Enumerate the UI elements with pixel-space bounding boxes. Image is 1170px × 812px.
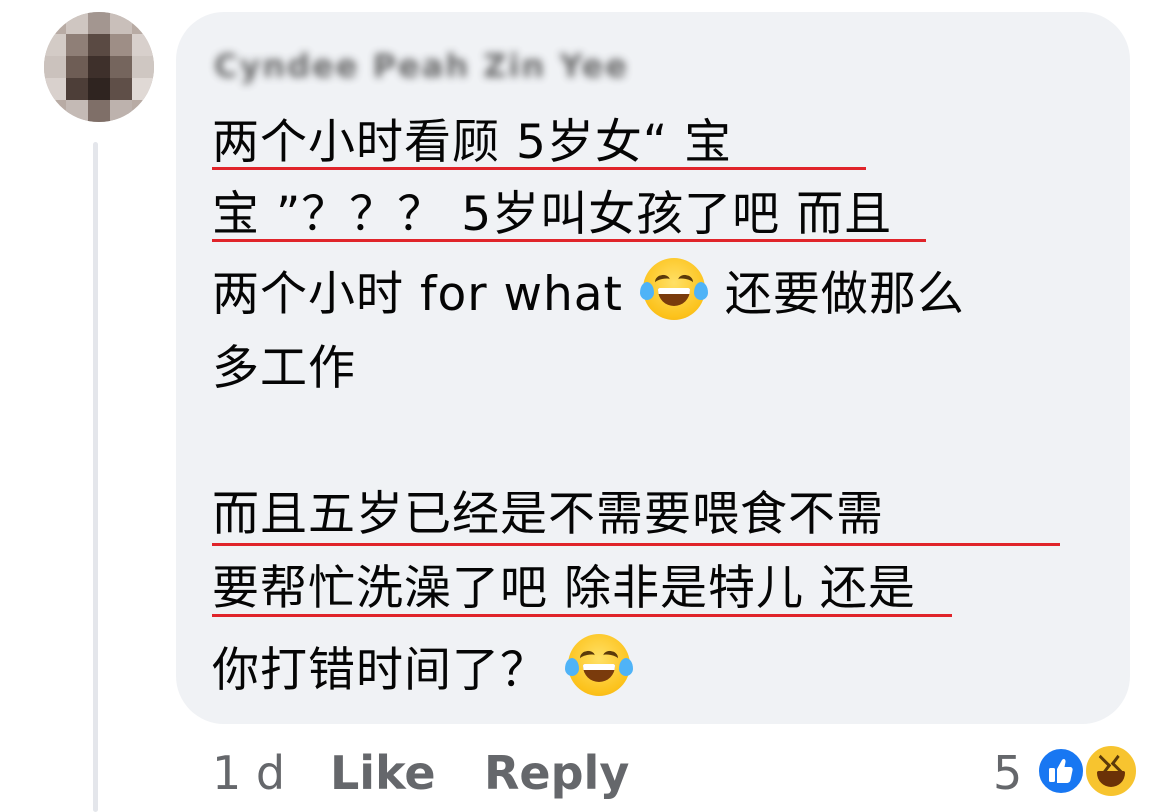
comment-line-6: 要帮忙洗澡了吧 除非是特儿 还是 [212,561,916,616]
red-underline-1 [212,167,866,170]
like-button[interactable]: Like [330,740,436,806]
comment-line-3: 两个小时 for what 还要做那么 [212,258,965,328]
red-underline-4 [212,614,952,617]
face-with-tears-of-joy-icon [564,634,633,696]
comment-line-7: 你打错时间了？ [212,634,634,704]
face-with-tears-of-joy-icon [639,258,708,320]
author-name[interactable]: Cyndee Peah Zin Yee [214,40,629,92]
comment-timestamp[interactable]: 1 d [212,740,285,806]
comment-line-3-text-end: 还要做那么 [724,267,965,322]
comment-container: Cyndee Peah Zin Yee 两个小时看顾 5岁女“ 宝 宝 ”？？？… [0,0,1170,812]
reply-thread-line [93,142,98,812]
reply-button[interactable]: Reply [484,740,629,806]
like-reaction-icon[interactable] [1036,746,1086,796]
comment-line-5: 而且五岁已经是不需要喂食不需 [212,487,884,542]
red-underline-3 [212,543,1060,546]
haha-reaction-icon[interactable] [1083,743,1139,799]
comment-line-7-text: 你打错时间了？ [212,643,548,698]
avatar[interactable] [44,12,154,122]
red-underline-2 [212,239,926,242]
comment-line-3-text: 两个小时 for what [212,267,623,322]
comment-line-4: 多工作 [212,341,356,396]
reaction-count[interactable]: 5 [993,740,1022,806]
